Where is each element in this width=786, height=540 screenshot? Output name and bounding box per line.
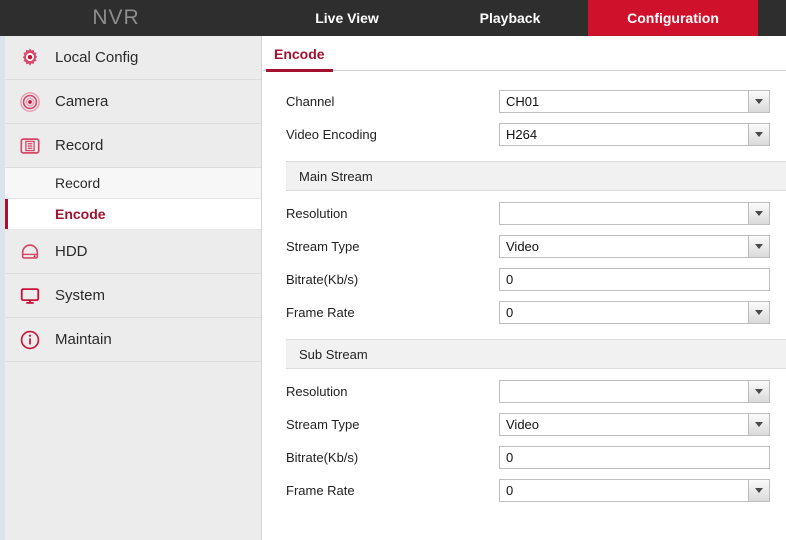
chevron-down-icon[interactable] — [748, 236, 769, 257]
video-encoding-select[interactable]: H264 — [499, 123, 770, 146]
nav-tab-configuration[interactable]: Configuration — [588, 0, 758, 36]
section-header-sub-stream: Sub Stream — [286, 339, 786, 369]
main-frame-rate-select-value: 0 — [506, 305, 514, 320]
channel-select-value: CH01 — [506, 94, 540, 109]
field-label: Video Encoding — [286, 127, 377, 142]
sidebar-subitem-label: Record — [55, 175, 101, 191]
nav-tab-live-view[interactable]: Live View — [262, 0, 432, 36]
content-area: Encode Channel CH01 Video Encoding H264 — [263, 36, 786, 540]
field-label: Bitrate(Kb/s) — [286, 450, 359, 465]
nvr-configuration-page: NVR Live View Playback Configuration Loc… — [0, 0, 786, 540]
hard-drive-icon — [5, 241, 55, 263]
field-label: Frame Rate — [286, 305, 355, 320]
camera-lens-icon — [5, 91, 55, 113]
chevron-down-icon[interactable] — [748, 302, 769, 323]
sub-bitrate-input-value: 0 — [506, 450, 514, 465]
sidebar-item-label: System — [55, 287, 106, 304]
info-circle-icon — [5, 329, 55, 351]
top-navigation-bar: NVR Live View Playback Configuration — [0, 0, 786, 36]
section-title: Sub Stream — [299, 346, 368, 362]
field-label: Frame Rate — [286, 483, 355, 498]
sidebar-item-hdd[interactable]: HDD — [5, 230, 261, 274]
tab-encode[interactable]: Encode — [266, 46, 333, 72]
field-label: Channel — [286, 94, 335, 109]
monitor-icon — [5, 285, 55, 307]
section-header-main-stream: Main Stream — [286, 161, 786, 191]
channel-select[interactable]: CH01 — [499, 90, 770, 113]
field-row-main-stream-type: Stream Type Video — [263, 230, 786, 263]
field-row-sub-bitrate: Bitrate(Kb/s) 0 — [263, 441, 786, 474]
video-encoding-select-value: H264 — [506, 127, 538, 142]
sub-stream-type-select-value: Video — [506, 417, 540, 432]
chevron-down-icon[interactable] — [748, 203, 769, 224]
sidebar-item-label: Local Config — [55, 49, 139, 66]
sidebar-item-record[interactable]: Record — [5, 124, 261, 168]
field-row-main-frame-rate: Frame Rate 0 — [263, 296, 786, 329]
sidebar-item-local-config[interactable]: Local Config — [5, 36, 261, 80]
sub-bitrate-input[interactable]: 0 — [499, 446, 770, 469]
field-row-sub-resolution: Resolution — [263, 375, 786, 408]
sidebar-item-label: HDD — [55, 243, 88, 260]
sub-frame-rate-select-value: 0 — [506, 483, 514, 498]
sidebar-item-maintain[interactable]: Maintain — [5, 318, 261, 362]
main-stream-type-select[interactable]: Video — [499, 235, 770, 258]
sidebar-item-camera[interactable]: Camera — [5, 80, 261, 124]
section-title: Main Stream — [299, 168, 373, 184]
chevron-down-icon[interactable] — [748, 91, 769, 112]
chevron-down-icon[interactable] — [748, 414, 769, 435]
main-bitrate-input-value: 0 — [506, 272, 514, 287]
field-label: Stream Type — [286, 417, 360, 432]
encode-form: Channel CH01 Video Encoding H264 Main St… — [263, 71, 786, 507]
field-row-main-bitrate: Bitrate(Kb/s) 0 — [263, 263, 786, 296]
field-label: Resolution — [286, 206, 348, 221]
sidebar-subitem-label: Encode — [55, 206, 106, 222]
main-frame-rate-select[interactable]: 0 — [499, 301, 770, 324]
nav-tab-playback[interactable]: Playback — [432, 0, 588, 36]
sub-resolution-select[interactable] — [499, 380, 770, 403]
field-row-main-resolution: Resolution — [263, 197, 786, 230]
gear-icon — [5, 47, 55, 69]
chevron-down-icon[interactable] — [748, 124, 769, 145]
field-row-sub-stream-type: Stream Type Video — [263, 408, 786, 441]
field-label: Stream Type — [286, 239, 360, 254]
sidebar-item-label: Maintain — [55, 331, 112, 348]
sub-frame-rate-select[interactable]: 0 — [499, 479, 770, 502]
sidebar-subitem-record[interactable]: Record — [5, 168, 261, 199]
sidebar-item-label: Camera — [55, 93, 109, 110]
chevron-down-icon[interactable] — [748, 480, 769, 501]
main-bitrate-input[interactable]: 0 — [499, 268, 770, 291]
field-row-sub-frame-rate: Frame Rate 0 — [263, 474, 786, 507]
sidebar-item-system[interactable]: System — [5, 274, 261, 318]
field-row-video-encoding: Video Encoding H264 — [263, 118, 786, 151]
field-label: Bitrate(Kb/s) — [286, 272, 359, 287]
chevron-down-icon[interactable] — [748, 381, 769, 402]
nav-tab-list: Live View Playback Configuration — [262, 0, 786, 36]
main-resolution-select[interactable] — [499, 202, 770, 225]
content-tab-strip: Encode — [263, 36, 786, 72]
sidebar-subitem-encode[interactable]: Encode — [5, 199, 261, 230]
field-label: Resolution — [286, 384, 348, 399]
app-logo: NVR — [92, 6, 140, 29]
main-stream-type-select-value: Video — [506, 239, 540, 254]
sidebar-empty-space — [5, 362, 261, 522]
sidebar-item-label: Record — [55, 137, 104, 154]
sidebar-navigation: Local Config Camera Record Record Encode… — [5, 36, 262, 540]
sub-stream-type-select[interactable]: Video — [499, 413, 770, 436]
record-film-icon — [5, 135, 55, 157]
field-row-channel: Channel CH01 — [263, 85, 786, 118]
